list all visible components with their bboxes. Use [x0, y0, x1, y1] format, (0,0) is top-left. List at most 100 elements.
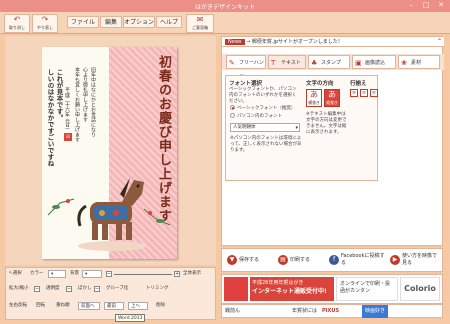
grouping-button[interactable]: グループ化	[106, 285, 128, 293]
menu-file[interactable]: ファイル	[67, 16, 99, 28]
front-button[interactable]: 最前	[104, 302, 124, 310]
zoom-in-button[interactable]: +	[174, 271, 180, 277]
opacity-button[interactable]: −	[66, 286, 72, 292]
banner-online-print[interactable]: オンラインで印刷・投函がカンタン	[336, 277, 398, 301]
chevron-down-icon: ▾	[85, 272, 88, 277]
message-line-3[interactable]: 本年も宜しくお願い申し上げます	[74, 67, 81, 142]
pen-icon: ✎	[229, 59, 235, 67]
up-button[interactable]: 上へ	[128, 302, 148, 310]
basic-font-radio[interactable]	[230, 105, 235, 110]
howto-video-button[interactable]: ▶ 使い方を映像で見る	[388, 251, 440, 270]
tool-tabs: ✎フリーハンド Tテキスト ♣スタンプ ▣画像読込 ❀素材	[222, 54, 444, 80]
basic-font-label: ベーシックフォント（推奨）	[237, 106, 296, 111]
font-note: ※パソコン内のフォントは環境によって、正しく表示されない場合があります。	[230, 136, 302, 153]
minimize-icon[interactable]: –	[403, 0, 419, 11]
title-bar: はがきデザインキット – □ ✕	[0, 0, 450, 12]
save-button[interactable]: ▼ 保存する	[225, 251, 273, 270]
bottom-left-link[interactable]: 戦前ん	[225, 305, 240, 318]
align-bottom-icon: ≡	[371, 90, 377, 96]
pixus-logo[interactable]: PIXUS	[322, 305, 339, 318]
background-select[interactable]: ▾	[82, 270, 102, 278]
font-select[interactable]: 人気明朝体 ▾	[230, 123, 300, 132]
horizontal-text-icon: あ	[310, 90, 318, 99]
font-selection-panel: フォント選択 ベーシックフォントか、パソコン内のフォントのいずれかを選択ください…	[225, 75, 378, 181]
undo-button[interactable]: ↶ 取り消し	[4, 14, 30, 33]
overlap-label: 重ね順	[56, 303, 70, 308]
align-top-icon: ≡	[351, 90, 357, 96]
select-tool[interactable]: ↖選択	[9, 270, 22, 278]
color-label: カラー	[30, 271, 44, 276]
zoom-slider[interactable]	[114, 274, 172, 275]
vertical-text-button[interactable]: あ縦書き	[324, 89, 340, 107]
align-top-button[interactable]: ≡	[350, 89, 358, 97]
zoom-out-button[interactable]: −	[106, 271, 112, 277]
chevron-up-icon[interactable]: ⌃	[437, 37, 442, 47]
chevron-down-icon: ▾	[51, 272, 54, 277]
vertical-text-icon: あ	[328, 90, 336, 99]
news-text[interactable]: → 郵便年賀.jpサイトがオープンしました！	[246, 39, 343, 45]
news-label: News	[225, 39, 245, 45]
banner-new-year-logo[interactable]	[224, 277, 248, 301]
banner-colorio[interactable]: Colorio	[400, 277, 440, 301]
postcard[interactable]: 初春のお慶び申し上げます 旧年中はなにかとお世話になり 心より御礼申し上げます …	[42, 47, 177, 259]
delete-button[interactable]: 削除	[156, 302, 165, 310]
seal-stamp: 印	[64, 133, 72, 141]
action-bar: ▼ 保存する ▤ 印刷する f Facebookに投稿する ▶ 使い方を映像で見る	[221, 248, 443, 272]
redo-icon: ↷	[41, 15, 49, 24]
print-button[interactable]: ▤ 印刷する	[276, 251, 324, 270]
object-tools-panel: ↖選択 カラー ▾ 背景 ▾ − + 全体表示 拡大/縮小 − 透明度 − ぼか…	[5, 267, 216, 320]
date-text[interactable]: 平成二十六年 元旦	[64, 87, 71, 129]
align-center-button[interactable]: ≡	[360, 89, 368, 97]
save-icon: ▼	[227, 255, 237, 265]
leaf-decoration-icon	[47, 198, 75, 216]
horizontal-text-button[interactable]: あ横書き	[306, 89, 322, 107]
opacity-label: 透明度	[46, 286, 60, 291]
color-select[interactable]: ▾	[48, 270, 66, 278]
mailbox-icon: ✉	[196, 15, 204, 24]
message-line-2[interactable]: 心より御礼申し上げます	[82, 67, 89, 122]
redo-button[interactable]: ↷ やり直し	[32, 14, 58, 33]
feedback-button[interactable]: ✉ ご意見箱	[186, 14, 214, 33]
pc-font-label: パソコン内のフォント	[237, 114, 282, 119]
tab-text[interactable]: T テキスト	[268, 55, 306, 69]
scale-down-button[interactable]: −	[34, 286, 40, 292]
card-canvas-area: 初春のお慶び申し上げます 旧年中はなにかとお世話になり 心より御礼申し上げます …	[5, 36, 216, 265]
horse-illustration[interactable]	[72, 172, 152, 254]
greeting-text[interactable]: 初春のお慶び申し上げます	[154, 55, 173, 223]
undo-icon: ↶	[13, 15, 21, 24]
movie-banner[interactable]: 映画好き	[362, 305, 389, 318]
tab-materials[interactable]: ❀ 素材	[398, 55, 440, 69]
menu-options[interactable]: オプション	[123, 16, 155, 28]
facebook-icon: f	[329, 255, 339, 265]
bring-front-button[interactable]: 前面へ	[78, 302, 100, 310]
menu-edit[interactable]: 編集	[100, 16, 122, 28]
tab-stamp[interactable]: ♣ スタンプ	[308, 55, 350, 69]
message-line-1[interactable]: 旧年中はなにかとお世話になり	[90, 67, 97, 137]
tab-image-import[interactable]: ▣ 画像読込	[352, 55, 396, 69]
blur-button[interactable]: −	[94, 286, 100, 292]
maximize-icon[interactable]: □	[418, 0, 434, 11]
close-icon[interactable]: ✕	[433, 0, 449, 11]
sample-text-2[interactable]: しいのはなかなかですごいですね	[45, 69, 55, 167]
news-bar[interactable]: News → 郵便年賀.jpサイトがオープンしました！ ⌃	[222, 37, 444, 47]
chevron-down-icon: ▾	[295, 125, 298, 131]
sample-text-1[interactable]: これが見本です。	[54, 69, 64, 121]
trimming-button[interactable]: トリミング	[146, 285, 169, 293]
pc-font-radio[interactable]	[230, 113, 235, 118]
alignment-title: 行揃え	[350, 81, 367, 87]
bottom-center-text[interactable]: 年賀状には	[292, 305, 317, 318]
taskbar-tooltip: Word 2013	[115, 314, 146, 322]
fit-button[interactable]: 全体表示	[183, 270, 201, 278]
rotate-button[interactable]: 回転	[36, 302, 45, 310]
direction-note: ※テキスト編集中は文字の方向は変更できません。文字は縦に表示されます。	[306, 112, 347, 135]
flip-button[interactable]: 左右反転	[9, 302, 27, 310]
stamp-icon: ♣	[311, 59, 318, 67]
align-bottom-button[interactable]: ≡	[370, 89, 378, 97]
play-icon: ▶	[390, 255, 400, 265]
facebook-post-button[interactable]: f Facebookに投稿する	[327, 251, 385, 270]
banner-internet-sales[interactable]: 平成26年用年賀はがき インターネット通販受付中!	[250, 277, 334, 301]
window-title: はがきデザインキット	[194, 4, 255, 11]
font-description: ベーシックフォントか、パソコン内のフォントのいずれかを選択ください。	[229, 87, 297, 104]
tab-freehand[interactable]: ✎フリーハンド	[226, 55, 266, 80]
menu-help[interactable]: ヘルプ	[156, 16, 182, 28]
